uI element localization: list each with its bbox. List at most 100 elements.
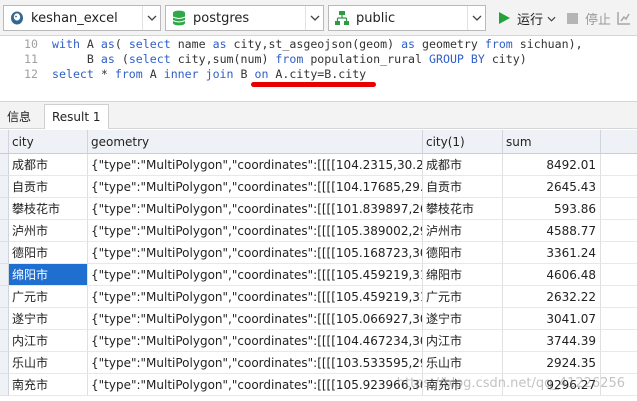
table-row[interactable]: 成都市 {"type":"MultiPolygon","coordinates":… (0, 154, 637, 176)
chevron-down-icon[interactable] (547, 11, 556, 26)
sql-token: city,sum(num) (177, 52, 276, 66)
cell-city[interactable]: 南充市 (9, 374, 88, 396)
table-row[interactable]: 遂宁市 {"type":"MultiPolygon","coordinates":… (0, 308, 637, 330)
table-row[interactable]: 广元市 {"type":"MultiPolygon","coordinates":… (0, 286, 637, 308)
cell-sum[interactable]: 2645.43 (503, 176, 601, 198)
cell-sum[interactable]: 3361.24 (503, 242, 601, 264)
cell-city-1[interactable]: 攀枝花市 (423, 198, 503, 220)
cell-city[interactable]: 泸州市 (9, 220, 88, 242)
cell-filler (601, 330, 637, 352)
cell-filler (601, 286, 637, 308)
cell-geometry[interactable]: {"type":"MultiPolygon","coordinates":[[[… (88, 374, 423, 396)
cell-city-1[interactable]: 绵阳市 (423, 264, 503, 286)
cell-geometry[interactable]: {"type":"MultiPolygon","coordinates":[[[… (88, 242, 423, 264)
sql-keyword: from (114, 67, 150, 81)
sql-token: geometry (422, 37, 485, 51)
cell-city-1[interactable]: 广元市 (423, 286, 503, 308)
row-header[interactable] (0, 374, 9, 396)
row-header[interactable] (0, 308, 9, 330)
sql-token: A.city=B.city (275, 67, 367, 81)
cell-sum[interactable]: 593.86 (503, 198, 601, 220)
row-header[interactable] (0, 264, 9, 286)
cell-geometry[interactable]: {"type":"MultiPolygon","coordinates":[[[… (88, 264, 423, 286)
cell-city[interactable]: 遂宁市 (9, 308, 88, 330)
cell-city-1[interactable]: 成都市 (423, 154, 503, 176)
column-header-city-1[interactable]: city(1) (423, 130, 503, 154)
cell-city-1[interactable]: 泸州市 (423, 220, 503, 242)
cell-city[interactable]: 广元市 (9, 286, 88, 308)
cell-city-1[interactable]: 自贡市 (423, 176, 503, 198)
tab-info[interactable]: 信息 (0, 104, 38, 129)
table-row[interactable]: 乐山市 {"type":"MultiPolygon","coordinates":… (0, 352, 637, 374)
chevron-down-icon[interactable] (305, 6, 323, 30)
cell-sum[interactable]: 3041.07 (503, 308, 601, 330)
chevron-down-icon[interactable] (467, 6, 485, 30)
column-header-city[interactable]: city (9, 130, 88, 154)
table-row[interactable]: 泸州市 {"type":"MultiPolygon","coordinates":… (0, 220, 637, 242)
sql-editor[interactable]: 10 11 12 with A as( select name as city,… (0, 36, 637, 100)
stop-button[interactable]: 停止 (563, 5, 611, 31)
cell-sum[interactable]: 4588.77 (503, 220, 601, 242)
cell-geometry[interactable]: {"type":"MultiPolygon","coordinates":[[[… (88, 308, 423, 330)
sql-token: sichuan), (519, 37, 583, 51)
cell-city-1[interactable]: 德阳市 (423, 242, 503, 264)
tab-info-label: 信息 (7, 110, 32, 124)
cell-city[interactable]: 绵阳市 (9, 264, 88, 286)
row-header[interactable] (0, 198, 9, 220)
table-row[interactable]: 内江市 {"type":"MultiPolygon","coordinates":… (0, 330, 637, 352)
connection-name: keshan_excel (31, 10, 118, 26)
cell-city[interactable]: 德阳市 (9, 242, 88, 264)
cell-geometry[interactable]: {"type":"MultiPolygon","coordinates":[[[… (88, 176, 423, 198)
chevron-down-icon[interactable] (142, 6, 160, 30)
sql-token: B (52, 52, 101, 66)
row-header-corner (0, 130, 9, 154)
cell-geometry[interactable]: {"type":"MultiPolygon","coordinates":[[[… (88, 198, 423, 220)
schema-icon (332, 8, 352, 28)
cell-geometry[interactable]: {"type":"MultiPolygon","coordinates":[[[… (88, 220, 423, 242)
code-line: B as (select city,sum(num) from populati… (52, 52, 527, 66)
cell-city[interactable]: 攀枝花市 (9, 198, 88, 220)
cell-geometry[interactable]: {"type":"MultiPolygon","coordinates":[[[… (88, 154, 423, 176)
cell-filler (601, 154, 637, 176)
row-header[interactable] (0, 176, 9, 198)
explain-icon (615, 9, 633, 27)
cell-sum[interactable]: 4606.48 (503, 264, 601, 286)
cell-city[interactable]: 自贡市 (9, 176, 88, 198)
row-header[interactable] (0, 352, 9, 374)
table-row[interactable]: 自贡市 {"type":"MultiPolygon","coordinates":… (0, 176, 637, 198)
database-select[interactable]: postgres (165, 5, 324, 31)
row-header[interactable] (0, 154, 9, 176)
cell-geometry[interactable]: {"type":"MultiPolygon","coordinates":[[[… (88, 352, 423, 374)
cell-sum[interactable]: 2924.35 (503, 352, 601, 374)
cell-sum[interactable]: 3744.39 (503, 330, 601, 352)
cell-city[interactable]: 内江市 (9, 330, 88, 352)
column-header-geometry[interactable]: geometry (88, 130, 423, 154)
cell-city[interactable]: 乐山市 (9, 352, 88, 374)
cell-city-1[interactable]: 乐山市 (423, 352, 503, 374)
sql-keyword: as (100, 37, 115, 51)
cell-geometry[interactable]: {"type":"MultiPolygon","coordinates":[[[… (88, 330, 423, 352)
column-header-sum[interactable]: sum (503, 130, 601, 154)
code-line: select * from A inner join B on A.city=B… (52, 67, 366, 81)
cell-sum[interactable]: 2632.22 (503, 286, 601, 308)
table-row[interactable]: 绵阳市 {"type":"MultiPolygon","coordinates":… (0, 264, 637, 286)
row-header[interactable] (0, 330, 9, 352)
run-button[interactable]: 运行 (495, 5, 556, 31)
cell-sum[interactable]: 8492.01 (503, 154, 601, 176)
table-row[interactable]: 德阳市 {"type":"MultiPolygon","coordinates":… (0, 242, 637, 264)
explain-button[interactable] (615, 5, 637, 31)
sql-keyword: from (275, 52, 311, 66)
row-header[interactable] (0, 242, 9, 264)
cell-city-1[interactable]: 内江市 (423, 330, 503, 352)
tab-result-1[interactable]: Result 1 (44, 104, 109, 129)
connection-select[interactable]: keshan_excel (3, 5, 161, 31)
cell-city[interactable]: 成都市 (9, 154, 88, 176)
sql-keyword: select (128, 52, 178, 66)
row-header[interactable] (0, 286, 9, 308)
line-number: 10 (24, 37, 38, 51)
row-header[interactable] (0, 220, 9, 242)
table-row[interactable]: 攀枝花市 {"type":"MultiPolygon","coordinates"… (0, 198, 637, 220)
schema-select[interactable]: public (328, 5, 486, 31)
cell-geometry[interactable]: {"type":"MultiPolygon","coordinates":[[[… (88, 286, 423, 308)
cell-city-1[interactable]: 遂宁市 (423, 308, 503, 330)
